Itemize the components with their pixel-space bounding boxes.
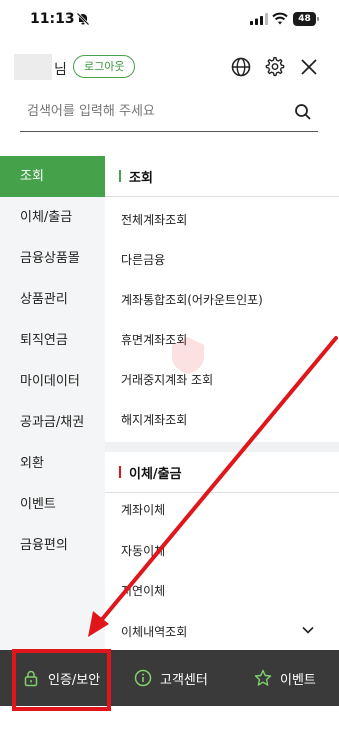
battery-level: 48	[293, 12, 316, 26]
event-button[interactable]: 이벤트	[254, 650, 316, 706]
bell-off-icon	[76, 12, 90, 26]
menu-item-auto-transfer[interactable]: 자동이체	[121, 542, 165, 559]
sidebar-item-utilities-bonds[interactable]: 공과금/채권	[0, 402, 105, 443]
customer-center-label: 고객센터	[160, 672, 208, 688]
star-icon	[254, 669, 272, 686]
menu-content: 조회 전체계좌조회 다른금융 계좌통합조회(어카운트인포) 휴면계좌조회 거래중…	[105, 156, 339, 650]
sidebar-item-mydata[interactable]: 마이데이터	[0, 361, 105, 402]
gear-icon[interactable]	[264, 56, 286, 78]
info-icon	[134, 669, 152, 687]
menu-item-transfer-history[interactable]: 이체내역조회	[121, 623, 187, 640]
search-icon[interactable]	[294, 103, 312, 121]
annotation-highlight-box	[12, 649, 111, 711]
wifi-icon	[272, 12, 288, 25]
chevron-down-icon[interactable]	[301, 623, 315, 637]
sidebar-item-inquiry[interactable]: 조회	[0, 156, 105, 197]
divider	[105, 196, 339, 197]
menu-header: 님 로그아웃	[0, 48, 339, 88]
logout-button[interactable]: 로그아웃	[73, 55, 136, 78]
battery-icon: 48	[293, 12, 319, 26]
menu-item-delayed-transfer[interactable]: 지연이체	[121, 582, 165, 599]
search-input[interactable]	[27, 104, 277, 119]
menu-item-closed-accounts[interactable]: 해지계좌조회	[121, 411, 187, 428]
user-name-suffix: 님	[54, 62, 67, 78]
sidebar-item-convenience[interactable]: 금융편의	[0, 525, 105, 566]
section-header-transfer: 이체/출금	[105, 452, 339, 492]
event-label: 이벤트	[280, 672, 316, 688]
sidebar-item-pension[interactable]: 퇴직연금	[0, 320, 105, 361]
avatar	[14, 54, 52, 80]
search-bar	[20, 96, 318, 132]
customer-center-button[interactable]: 고객센터	[134, 650, 208, 706]
close-icon[interactable]	[298, 56, 320, 78]
sidebar-item-product-mall[interactable]: 금융상품몰	[0, 238, 105, 279]
section-title: 이체/출금	[129, 467, 182, 482]
sidebar-item-product-management[interactable]: 상품관리	[0, 279, 105, 320]
menu-item-other-finance[interactable]: 다른금융	[121, 251, 165, 268]
section-gap	[105, 442, 339, 452]
watermark-shield-icon	[172, 337, 204, 374]
section-title: 조회	[129, 171, 153, 186]
status-time: 11:13	[30, 11, 75, 27]
signal-icon	[250, 13, 268, 25]
sidebar-item-event[interactable]: 이벤트	[0, 484, 105, 525]
menu-item-account-transfer[interactable]: 계좌이체	[121, 501, 165, 518]
category-sidebar: 조회 이체/출금 금융상품몰 상품관리 퇴직연금 마이데이터 공과금/채권 외환…	[0, 156, 105, 650]
divider	[105, 492, 339, 493]
menu-item-account-info[interactable]: 계좌통합조회(어카운트인포)	[121, 291, 263, 308]
menu-item-all-accounts[interactable]: 전체계좌조회	[121, 211, 187, 228]
status-bar: 11:13 48	[0, 0, 339, 40]
sidebar-item-foreign-exchange[interactable]: 외환	[0, 443, 105, 484]
section-header-inquiry: 조회	[105, 156, 339, 196]
globe-icon[interactable]	[230, 56, 252, 78]
sidebar-item-transfer[interactable]: 이체/출금	[0, 197, 105, 238]
